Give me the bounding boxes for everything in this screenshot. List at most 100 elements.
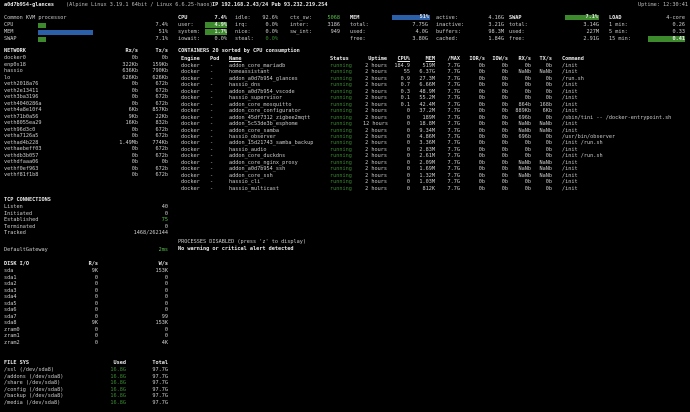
container-cell: 0b (501, 75, 508, 82)
cpu-stat-value: 949 (330, 29, 340, 35)
disk-write: 0 (164, 300, 168, 307)
container-cell: 7.7G (447, 114, 461, 121)
container-cell: /init (562, 69, 578, 76)
network-tx: 672b (155, 100, 169, 107)
network-interface: vethad4b228 (4, 139, 39, 146)
tcp-value: 40 (161, 204, 168, 210)
container-cell: 0b (501, 172, 508, 179)
network-tx: 672b (155, 152, 169, 159)
network-tx-header: Tx/s (155, 48, 169, 54)
container-cell: NaNb (539, 172, 553, 179)
container-cell: 2 hours (365, 133, 387, 140)
container-cell: - (210, 95, 214, 102)
container-cell: 0b (478, 166, 485, 173)
container-cell: 2 hours (365, 172, 387, 179)
container-cell: 7.7G (447, 108, 461, 115)
container-cell: /init (562, 101, 578, 108)
disk-name: sda4 (4, 294, 17, 300)
filesys-total: 97.7G (152, 400, 168, 406)
load-label: 15 min: (609, 36, 631, 42)
disk-name: sda5 (4, 300, 17, 307)
container-cell: - (210, 108, 214, 115)
container-cell: 0b (478, 69, 485, 76)
cpu-stat-value: 3186 (327, 22, 341, 28)
disk-read: 0 (94, 307, 98, 313)
container-cell: addon_a0d7b954_glances (229, 75, 298, 82)
mem-stat-value: 3.21G (488, 22, 504, 28)
quicklook-bar-fill (38, 29, 94, 35)
cpu-stat-value: 92.6% (262, 15, 278, 21)
container-cell: 27.3M (419, 75, 435, 82)
container-cell: running (330, 185, 352, 192)
disk-write: 99 (161, 313, 168, 320)
container-cell: docker (181, 114, 200, 121)
container-cell: running (330, 153, 352, 160)
network-interface: veth2e13411 (4, 87, 39, 94)
network-rx: 636Kb (122, 68, 138, 74)
container-cell: 2 hours (365, 166, 387, 173)
container-cell: - (210, 146, 214, 153)
container-cell: 2 hours (365, 185, 387, 192)
network-rx: 0b (131, 146, 138, 152)
container-cell: 0b (545, 153, 552, 160)
container-column-header: IOR/s (469, 56, 485, 62)
container-cell: 519M (422, 63, 436, 69)
disk-write: 0 (164, 281, 168, 287)
quicklook-value: 7.1% (155, 36, 169, 42)
container-column-header: TX/s (539, 56, 553, 62)
container-cell: 0b (545, 179, 552, 186)
uptime: Uptime: 12:30:41 (638, 2, 688, 8)
load-value: 0.41 (648, 36, 685, 43)
container-cell: docker (181, 146, 200, 153)
container-cell: running (330, 121, 352, 128)
container-cell: 2 hours (365, 127, 387, 134)
container-cell: 7.7G (447, 133, 461, 140)
mem-stat-value: 3.80G (412, 36, 428, 42)
container-cell: 0b (501, 63, 508, 69)
container-cell: running (330, 95, 352, 102)
container-cell: 7.7G (447, 159, 461, 166)
container-cell: - (210, 121, 214, 128)
container-cell: docker (181, 69, 200, 76)
container-cell: running (330, 166, 352, 173)
container-cell: 2.83M (419, 146, 435, 153)
network-rx: 0b (131, 94, 138, 100)
container-cell: 696b (518, 114, 532, 121)
mem-stat-value: 98.3M (488, 29, 504, 35)
container-cell: 0b (501, 69, 508, 76)
container-cell: docker (181, 101, 200, 108)
container-cell: - (210, 185, 214, 192)
container-cell: docker (181, 133, 200, 140)
container-cell: 2 hours (365, 63, 387, 69)
quicklook-bar-fill (38, 36, 46, 42)
container-cell: - (210, 69, 214, 76)
container-cell: /init (562, 88, 578, 95)
network-rx: 0b (131, 159, 138, 165)
container-cell: 0b (545, 146, 552, 153)
container-cell: 189M (422, 114, 436, 121)
container-cell: 0b (524, 88, 531, 95)
swap-stat-label: free: (509, 36, 525, 42)
container-cell: 0b (501, 88, 508, 95)
container-cell: 0b (524, 140, 531, 147)
container-cell: NaNb (518, 69, 532, 76)
container-cell: 0b (545, 88, 552, 95)
container-cell: 184.9 (394, 63, 410, 69)
container-cell: 0b (478, 114, 485, 121)
diskio-read-header: R/s (88, 261, 98, 267)
container-cell: NaNb (518, 172, 532, 179)
gateway-value: 2ms (158, 247, 168, 253)
disk-write: 4K (161, 339, 168, 346)
container-cell: 0b (501, 185, 508, 192)
container-cell: 0b (478, 63, 485, 69)
network-interface: vethf81f1b8 (4, 172, 39, 178)
swap-total-bar: 7.1% (565, 14, 599, 20)
cpu-stat-label: idle: (235, 15, 251, 21)
cpu-total: 7.4% (214, 15, 228, 21)
container-cell: /init (562, 63, 578, 69)
cpu-stat-label: system: (178, 29, 200, 35)
container-cell: 0.7 (400, 82, 410, 89)
network-interface: veth3ba3196 (4, 94, 39, 100)
container-cell: 0b (501, 95, 508, 102)
filesys-used: 16.8G (110, 373, 126, 380)
